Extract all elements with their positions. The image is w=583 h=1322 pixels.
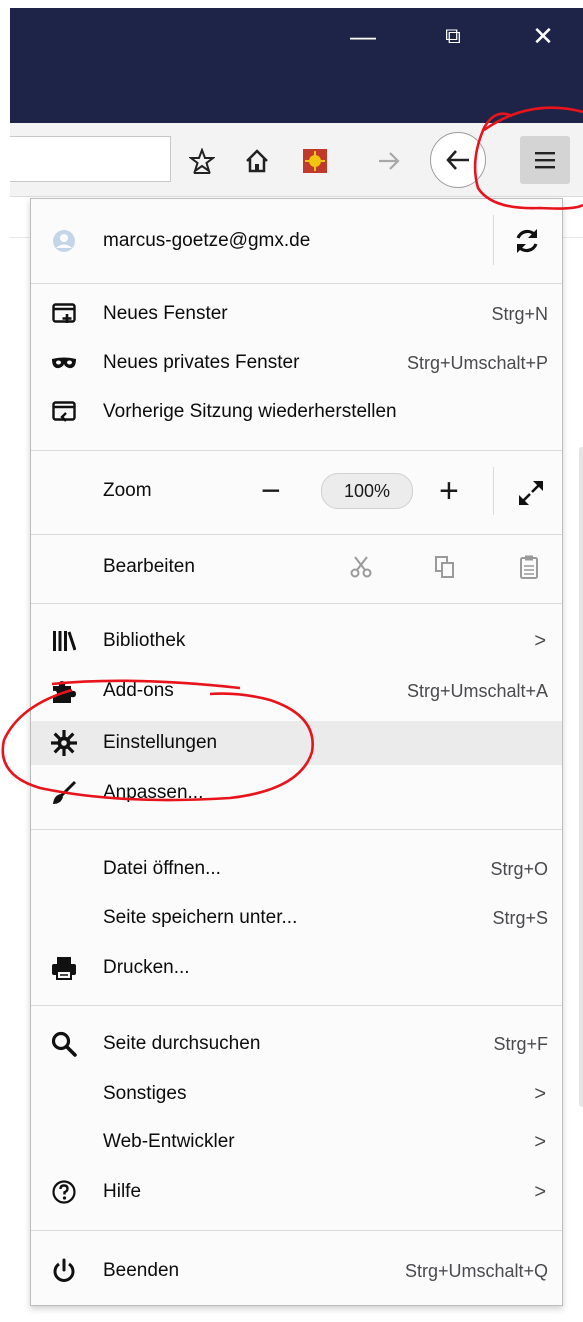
hamburger-menu-button[interactable]	[520, 136, 570, 184]
fullscreen-icon[interactable]	[517, 479, 545, 507]
sync-icon[interactable]	[511, 225, 543, 257]
power-icon	[51, 1258, 77, 1284]
menu-label: Hilfe	[103, 1181, 142, 1202]
menu-item-library[interactable]: Bibliothek >	[31, 619, 562, 663]
close-button[interactable]: ✕	[518, 16, 568, 56]
menu-label: Seite speichern unter...	[103, 907, 298, 928]
zoom-out-button[interactable]: −	[261, 474, 281, 508]
shortcut-label: Strg+Umschalt+P	[406, 352, 548, 373]
private-mask-icon	[51, 350, 77, 376]
chevron-right-icon: >	[534, 1130, 546, 1153]
minimize-button[interactable]: —	[338, 16, 388, 56]
menu-item-addons[interactable]: Add-ons Strg+Umschalt+A	[31, 669, 562, 713]
menu-separator	[31, 534, 562, 535]
menu-item-print[interactable]: Drucken...	[31, 946, 562, 990]
forward-arrow-icon[interactable]	[374, 146, 404, 176]
new-window-icon	[51, 301, 77, 327]
menu-item-customize[interactable]: Anpassen...	[31, 771, 562, 815]
zoom-in-button[interactable]: +	[439, 474, 459, 508]
menu-label: Datei öffnen...	[103, 858, 221, 879]
menu-item-new-window[interactable]: Neues Fenster Strg+N	[31, 292, 562, 336]
chevron-right-icon: >	[534, 629, 546, 652]
printer-icon	[51, 955, 77, 981]
menu-separator	[31, 283, 562, 284]
hamburger-icon	[535, 152, 555, 169]
edit-label: Bearbeiten	[103, 556, 195, 577]
menu-item-more[interactable]: Sonstiges >	[31, 1072, 562, 1116]
menu-item-quit[interactable]: Beenden Strg+Umschalt+Q	[31, 1249, 562, 1293]
menu-label: Seite durchsuchen	[103, 1033, 261, 1054]
menu-item-settings[interactable]: Einstellungen	[31, 721, 562, 765]
menu-separator	[31, 1005, 562, 1006]
menu-label: Sonstiges	[103, 1083, 187, 1104]
menu-separator	[31, 450, 562, 451]
menu-separator	[31, 603, 562, 604]
url-bar[interactable]	[10, 136, 171, 182]
extension-sun-icon[interactable]	[300, 146, 330, 176]
copy-icon[interactable]	[434, 555, 456, 584]
menu-item-help[interactable]: Hilfe >	[31, 1170, 562, 1214]
cut-icon[interactable]	[349, 555, 373, 584]
menu-label: Web-Entwickler	[103, 1131, 235, 1152]
menu-item-web-developer[interactable]: Web-Entwickler >	[31, 1120, 562, 1164]
back-arrow-icon	[446, 150, 469, 170]
window-titlebar: — ⧉ ✕	[10, 8, 583, 123]
library-icon	[51, 628, 77, 654]
search-icon	[51, 1031, 77, 1057]
menu-separator	[31, 1230, 562, 1231]
shortcut-label: Strg+Umschalt+Q	[404, 1260, 548, 1281]
account-divider	[493, 215, 494, 265]
paintbrush-icon	[51, 780, 77, 806]
menu-label: Anpassen...	[103, 782, 204, 803]
edit-row: Bearbeiten	[31, 545, 562, 589]
avatar-icon	[51, 228, 77, 254]
menu-label: Neues Fenster	[103, 303, 228, 324]
page-scrollbar[interactable]	[579, 447, 583, 1107]
restore-button[interactable]: ⧉	[428, 16, 478, 56]
app-menu-panel: marcus-goetze@gmx.de Neues Fenster Strg+…	[30, 198, 563, 1306]
menu-label: Add-ons	[103, 680, 174, 701]
help-icon	[51, 1179, 77, 1205]
menu-separator	[31, 829, 562, 830]
zoom-reset-button[interactable]: 100%	[321, 473, 413, 509]
account-email: marcus-goetze@gmx.de	[103, 230, 311, 251]
home-icon[interactable]	[242, 146, 272, 176]
menu-label: Bibliothek	[103, 630, 186, 651]
account-row[interactable]: marcus-goetze@gmx.de	[31, 219, 562, 263]
navigation-toolbar	[10, 123, 583, 197]
shortcut-label: Strg+O	[490, 858, 548, 879]
menu-label: Beenden	[103, 1260, 180, 1281]
menu-label: Neues privates Fenster	[103, 352, 300, 373]
zoom-divider	[493, 467, 494, 515]
menu-label: Einstellungen	[103, 732, 218, 753]
menu-item-open-file[interactable]: Datei öffnen... Strg+O	[31, 847, 562, 891]
shortcut-label: Strg+N	[491, 303, 548, 324]
restore-session-icon	[51, 399, 77, 425]
chevron-right-icon: >	[534, 1082, 546, 1105]
menu-label: Vorherige Sitzung wiederherstellen	[103, 401, 397, 422]
shortcut-label: Strg+Umschalt+A	[406, 680, 548, 701]
back-button[interactable]	[430, 132, 486, 188]
menu-label: Drucken...	[103, 957, 190, 978]
zoom-label: Zoom	[103, 480, 152, 501]
shortcut-label: Strg+S	[492, 907, 548, 928]
shortcut-label: Strg+F	[493, 1033, 548, 1054]
menu-item-save-page[interactable]: Seite speichern unter... Strg+S	[31, 896, 562, 940]
menu-item-find[interactable]: Seite durchsuchen Strg+F	[31, 1022, 562, 1066]
gear-icon	[51, 730, 77, 756]
bookmark-star-icon[interactable]	[187, 146, 217, 176]
chevron-right-icon: >	[534, 1180, 546, 1203]
menu-item-private-window[interactable]: Neues privates Fenster Strg+Umschalt+P	[31, 341, 562, 385]
menu-item-restore-session[interactable]: Vorherige Sitzung wiederherstellen	[31, 390, 562, 434]
puzzle-piece-icon	[51, 678, 77, 704]
zoom-row: Zoom − 100% +	[31, 469, 562, 513]
paste-icon[interactable]	[519, 554, 539, 585]
